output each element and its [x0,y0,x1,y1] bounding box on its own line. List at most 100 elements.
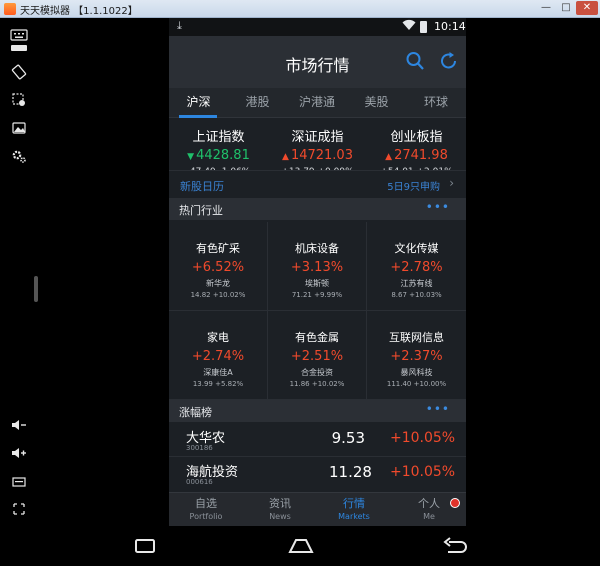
tab-hushen[interactable]: 沪深 [169,88,228,118]
index-name: 深证成指 [291,130,344,145]
menu-icon[interactable] [10,476,28,492]
recent-apps-icon[interactable] [130,536,160,556]
industry-name: 机床设备 [295,242,339,255]
battery-icon [420,21,427,33]
leader-value: 71.21 +9.99% [291,291,343,299]
industry-card[interactable]: 互联网信息 +2.37% 暴风科技 111.40 +10.00% [367,311,466,400]
more-options-icon[interactable]: ••• [426,200,450,214]
maximize-button[interactable]: □ [556,1,576,15]
nav-news[interactable]: 资讯 News [243,495,317,521]
close-window-button[interactable]: ✕ [576,1,598,15]
industry-pct: +2.37% [390,349,443,364]
keyboard-toggle-icon[interactable] [10,42,28,58]
section-title: 涨幅榜 [179,406,212,419]
stock-code: 000616 [186,478,213,486]
tab-us-stocks[interactable]: 美股 [347,88,406,118]
app-logo-icon [4,3,16,15]
android-nav-bar [38,526,600,566]
industry-card[interactable]: 有色矿采 +6.52% 新华龙 14.82 +10.02% [169,222,268,311]
nav-sublabel: News [269,512,291,521]
tab-hk-stocks[interactable]: 港股 [228,88,287,118]
industry-card[interactable]: 家电 +2.74% 深康佳A 13.99 +5.82% [169,311,268,400]
index-name: 创业板指 [390,130,443,145]
bottom-navigation: 自选 Portfolio 资讯 News 行情 Markets 个人 Me [169,492,466,526]
index-value: ▲ 14721.03 [282,148,353,163]
chevron-right-icon: › [449,176,454,190]
nav-sublabel: Markets [338,512,370,521]
nav-label: 资讯 [269,497,291,510]
ipo-calendar-label: 新股日历 [180,180,224,193]
search-icon[interactable] [405,50,425,72]
hot-industry-grid: 有色矿采 +6.52% 新华龙 14.82 +10.02% 机床设备 +3.13… [169,222,466,400]
industry-name: 文化传媒 [394,242,439,255]
back-icon[interactable] [440,536,470,556]
index-value: ▲ 2741.98 [385,148,448,163]
phone-screen: ⤓ 10:14 市场行情 沪深 港股 沪港通 美股 环球 上证指数 ▼ 4428… [169,18,466,526]
industry-pct: +3.13% [290,260,344,275]
more-options-icon[interactable]: ••• [426,402,450,416]
stock-price: 11.28 [329,463,372,481]
volume-down-icon[interactable] [10,418,28,434]
sidebar-collapse-handle[interactable] [34,276,38,302]
notification-dot [450,498,460,508]
status-time: 10:14 [434,20,466,33]
emulator-window: 天天模拟器 【1.1.1022】 — □ ✕ ⤓ 10:14 市场行情 沪深 港… [0,0,600,566]
settings-gear-icon[interactable] [10,148,28,164]
refresh-icon[interactable] [439,50,459,72]
ipo-info: 5日9只申购 [387,182,440,193]
status-bar: ⤓ 10:14 [169,18,466,36]
industry-name: 家电 [207,331,229,344]
home-icon[interactable] [286,536,316,556]
stock-row[interactable]: 海航投资 000616 11.28 +10.05% [169,457,466,491]
leader-stock: 合金投资 [301,368,333,377]
industry-card[interactable]: 文化传媒 +2.78% 江苏有线 8.67 +10.03% [367,222,466,311]
nav-portfolio[interactable]: 自选 Portfolio [169,495,243,521]
down-arrow-icon: ▼ [187,152,195,162]
nav-label: 自选 [195,497,217,510]
industry-pct: +2.78% [390,260,443,275]
tab-global[interactable]: 环球 [406,88,466,118]
leader-stock: 埃斯顿 [305,279,329,288]
ipo-calendar-row[interactable]: 新股日历 5日9只申购 › [169,170,466,198]
up-arrow-icon: ▲ [282,152,289,162]
nav-sublabel: Portfolio [189,512,223,521]
market-tabs: 沪深 港股 沪港通 美股 环球 [169,88,466,118]
download-icon: ⤓ [177,19,182,32]
window-title: 天天模拟器 【1.1.1022】 [20,6,138,17]
index-summary: 上证指数 ▼4428.81 -47.40 -1.06% 深证成指 ▲14721.… [169,118,466,177]
image-import-icon[interactable] [10,120,28,136]
rotate-screen-icon[interactable] [10,64,28,80]
index-value: ▼ 4428.81 [187,148,250,163]
leader-value: 13.99 +5.82% [192,380,244,388]
nav-label: 行情 [343,497,365,510]
volume-up-icon[interactable] [10,446,28,462]
emulator-toolbar [0,18,38,566]
screenshot-icon[interactable] [10,92,28,108]
stock-price: 9.53 [331,429,365,447]
nav-sublabel: Me [423,512,435,521]
industry-pct: +6.52% [191,260,245,275]
industry-card[interactable]: 机床设备 +3.13% 埃斯顿 71.21 +9.99% [268,222,367,311]
industry-name: 有色矿采 [196,242,240,255]
hot-industry-header: 热门行业 ••• [169,198,466,220]
leader-stock: 江苏有线 [400,279,433,288]
tab-hk-connect[interactable]: 沪港通 [287,88,347,118]
up-arrow-icon: ▲ [385,152,393,162]
app-header: 市场行情 [169,36,466,88]
leader-stock: 新华龙 [206,279,230,288]
minimize-button[interactable]: — [536,1,556,15]
section-title: 热门行业 [179,204,223,217]
industry-card[interactable]: 有色金属 +2.51% 合金投资 11.86 +10.02% [268,311,367,400]
stock-code: 300186 [186,444,213,452]
stock-change-pct: +10.05% [390,430,456,446]
industry-name: 互联网信息 [389,331,444,344]
leader-stock: 深康佳A [203,368,233,377]
wifi-icon [402,19,416,34]
stock-row[interactable]: 大华农 300186 9.53 +10.05% [169,423,466,457]
leader-value: 11.86 +10.02% [289,380,345,388]
stock-change-pct: +10.05% [390,464,456,480]
industry-pct: +2.51% [290,349,344,364]
industry-name: 有色金属 [295,331,339,344]
fullscreen-icon[interactable] [10,502,28,518]
nav-markets[interactable]: 行情 Markets [317,495,391,521]
